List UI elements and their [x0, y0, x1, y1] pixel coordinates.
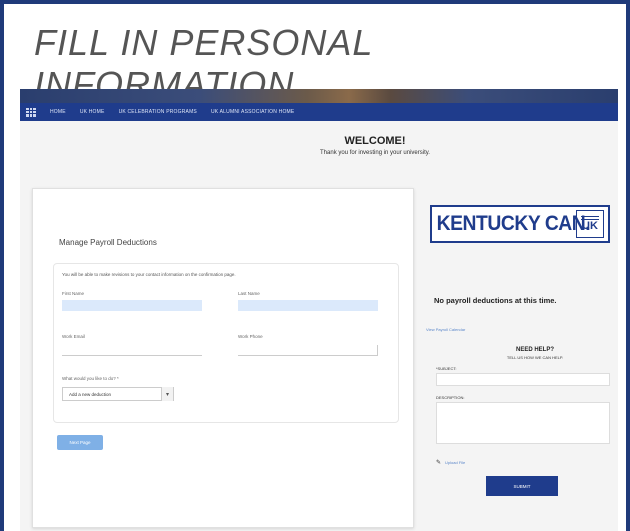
- welcome-subtitle: Thank you for investing in your universi…: [320, 150, 430, 156]
- top-navbar: HOME UK HOME UK CELEBRATION PROGRAMS UK …: [20, 103, 618, 121]
- nav-link-programs[interactable]: UK CELEBRATION PROGRAMS: [119, 109, 197, 115]
- contact-info-panel: You will be able to make revisions to yo…: [53, 263, 399, 423]
- description-label: DESCRIPTION:: [436, 395, 465, 400]
- nav-link-uk-home[interactable]: UK HOME: [80, 109, 105, 115]
- form-heading: Manage Payroll Deductions: [59, 238, 157, 247]
- paperclip-icon: ✎: [436, 460, 442, 466]
- next-page-button[interactable]: Next Page: [57, 435, 103, 450]
- first-name-label: First Name: [62, 291, 85, 296]
- work-email-field[interactable]: [62, 345, 202, 356]
- description-field[interactable]: [436, 402, 610, 444]
- subject-field[interactable]: [436, 373, 610, 386]
- work-phone-field[interactable]: [238, 345, 378, 356]
- subject-label: *SUBJECT:: [436, 366, 457, 371]
- payroll-form-card: Manage Payroll Deductions You will be ab…: [32, 188, 414, 528]
- welcome-title: WELCOME!: [344, 135, 406, 147]
- uk-badge-icon: UK: [576, 210, 604, 238]
- uk-badge-text: UK: [582, 220, 598, 232]
- help-subtitle: TELL US HOW WE CAN HELP.: [506, 355, 564, 360]
- last-name-field[interactable]: [238, 300, 378, 311]
- last-name-label: Last Name: [238, 291, 260, 296]
- first-name-field[interactable]: [62, 300, 202, 311]
- header-banner-image: [20, 89, 618, 103]
- submit-button[interactable]: SUBMIT: [486, 476, 558, 496]
- nav-link-alumni[interactable]: UK ALUMNI ASSOCIATION HOME: [211, 109, 294, 115]
- view-calendar-link[interactable]: View Payroll Calendar: [426, 327, 465, 332]
- slide-frame: FILL IN PERSONAL INFORMATION HOME UK HOM…: [0, 0, 630, 531]
- upload-file-label: Upload File: [445, 460, 466, 465]
- logo-text: KENTUCKY CAN.: [436, 212, 591, 235]
- no-deductions-message: No payroll deductions at this time.: [434, 296, 557, 305]
- chevron-down-icon[interactable]: ▾: [161, 387, 173, 401]
- work-email-label: Work Email: [62, 334, 85, 339]
- screenshot-panel: HOME UK HOME UK CELEBRATION PROGRAMS UK …: [20, 89, 618, 531]
- work-phone-label: Work Phone: [238, 334, 263, 339]
- form-note: You will be able to make revisions to yo…: [62, 272, 236, 277]
- welcome-section: WELCOME! Thank you for investing in your…: [20, 135, 618, 156]
- action-question-label: What would you like to do? *: [62, 376, 119, 381]
- grid-menu-icon[interactable]: [26, 107, 36, 117]
- nav-link-home[interactable]: HOME: [50, 109, 66, 115]
- kentucky-can-logo: KENTUCKY CAN. UK: [430, 205, 610, 243]
- upload-file-link[interactable]: ✎ Upload File: [436, 459, 465, 466]
- help-title: NEED HELP?: [515, 347, 554, 353]
- action-select[interactable]: Add a new deduction ▾: [62, 387, 174, 401]
- action-select-value: Add a new deduction: [69, 391, 112, 397]
